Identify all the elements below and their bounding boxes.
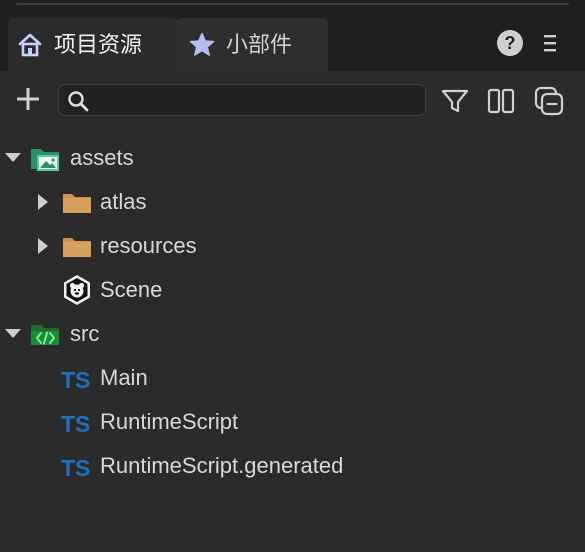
folder-icon xyxy=(60,230,94,262)
expand-arrow-right-icon[interactable] xyxy=(34,237,52,255)
ts-icon: TS xyxy=(60,362,94,394)
ts-icon: TS xyxy=(60,450,94,482)
tree-item-src[interactable]: src xyxy=(0,312,585,356)
top-strip xyxy=(0,0,585,14)
top-divider xyxy=(16,3,569,5)
tree-item-assets[interactable]: assets xyxy=(0,136,585,180)
search-input[interactable] xyxy=(93,85,422,117)
folder-icon xyxy=(60,186,94,218)
tab-project-assets-label: 项目资源 xyxy=(54,31,143,57)
svg-text:TS: TS xyxy=(61,367,90,393)
tab-widgets-label: 小部件 xyxy=(226,31,293,57)
tab-widgets[interactable]: 小部件 xyxy=(176,18,328,71)
src-folder-icon xyxy=(28,318,62,350)
expand-arrow-down-icon[interactable] xyxy=(4,325,22,343)
tree-item-label: RuntimeScript xyxy=(100,409,239,434)
star-icon xyxy=(188,31,216,59)
tree-item-main[interactable]: TS Main xyxy=(0,356,585,400)
home-icon xyxy=(16,31,44,59)
tree-item-label: atlas xyxy=(100,189,147,214)
help-button[interactable]: ? xyxy=(497,30,523,56)
tree-item-atlas[interactable]: atlas xyxy=(0,180,585,224)
tree-item-label: Scene xyxy=(100,277,163,302)
search-icon xyxy=(67,90,89,112)
add-button[interactable] xyxy=(14,85,42,113)
filter-icon[interactable] xyxy=(440,86,470,116)
expand-arrow-right-icon[interactable] xyxy=(34,193,52,211)
columns-icon[interactable] xyxy=(486,86,516,116)
tree-item-label: RuntimeScript.generated xyxy=(100,453,344,478)
expand-arrow-down-icon[interactable] xyxy=(4,149,22,167)
svg-text:TS: TS xyxy=(61,455,90,481)
scene-icon xyxy=(60,274,94,306)
collapse-all-icon[interactable] xyxy=(534,86,564,116)
tree-item-runtimescript-generated[interactable]: TS RuntimeScript.generated xyxy=(0,444,585,488)
tab-project-assets[interactable]: 项目资源 xyxy=(8,18,178,71)
ts-icon: TS xyxy=(60,406,94,438)
assets-folder-icon xyxy=(28,142,62,174)
tab-bar: 项目资源 小部件 ? xyxy=(0,14,585,71)
search-box[interactable] xyxy=(58,84,426,117)
toolbar xyxy=(0,71,585,133)
tree-item-resources[interactable]: resources xyxy=(0,224,585,268)
tree-item-scene[interactable]: Scene xyxy=(0,268,585,312)
tree-item-label: Main xyxy=(100,365,148,390)
tree-item-runtimescript[interactable]: TS RuntimeScript xyxy=(0,400,585,444)
tree-item-label: resources xyxy=(100,233,197,258)
svg-text:TS: TS xyxy=(61,411,90,437)
menu-icon[interactable] xyxy=(541,31,559,55)
tree-item-label: assets xyxy=(70,145,134,170)
tree-item-label: src xyxy=(70,321,100,346)
